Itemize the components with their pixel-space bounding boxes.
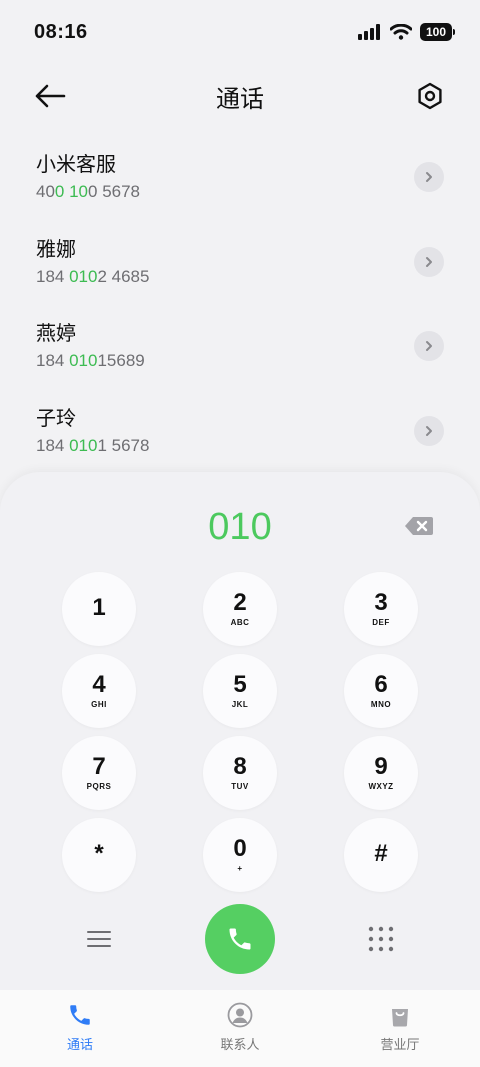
header: 通话	[0, 64, 480, 128]
contact-name: 雅娜	[36, 236, 76, 261]
contact-row[interactable]: 燕婷 184 01015689	[0, 309, 480, 394]
menu-icon	[87, 931, 111, 947]
key-letters: JKL	[231, 700, 249, 709]
key-digit: 3	[374, 589, 388, 616]
key-4[interactable]: 4 GHI	[62, 654, 136, 728]
key-digit: 6	[374, 671, 388, 698]
chevron-right-icon	[426, 425, 432, 436]
contact-row[interactable]: 子玲 184 0101 5678	[0, 394, 480, 479]
contact-icon	[227, 1002, 253, 1028]
menu-button[interactable]	[84, 924, 114, 954]
backspace-button[interactable]	[404, 514, 434, 538]
contact-number: 184 01015689	[36, 349, 444, 373]
key-letters: TUV	[231, 782, 249, 791]
number-part: 184	[36, 435, 70, 455]
keypad-toggle-button[interactable]	[366, 924, 396, 954]
key-digit: 2	[233, 589, 247, 616]
status-icons: 100	[358, 23, 455, 41]
backspace-icon	[405, 517, 433, 535]
contact-number: 400 100 5678	[36, 180, 444, 204]
phone-icon	[229, 928, 251, 950]
contact-detail-button[interactable]	[414, 331, 444, 361]
back-button[interactable]	[30, 78, 70, 114]
key-hash[interactable]: #	[344, 818, 418, 892]
status-bar: 08:16 100	[0, 0, 480, 64]
key-letters: DEF	[372, 618, 390, 627]
number-part: 184	[36, 351, 70, 370]
chevron-right-icon	[426, 256, 432, 267]
number-part: 0 5678	[88, 182, 141, 201]
bottom-nav: 通话 联系人 营业厅	[0, 990, 480, 1067]
tab-label: 营业厅	[380, 1038, 420, 1053]
contact-row[interactable]: 雅娜 184 0102 4685	[0, 225, 480, 310]
shopping-bag-icon	[392, 1009, 408, 1027]
key-digit: 9	[374, 753, 388, 780]
number-part: 2 4685	[97, 266, 150, 286]
contact-detail-button[interactable]	[414, 246, 444, 277]
contact-name: 小米客服	[36, 152, 116, 176]
key-5[interactable]: 5 JKL	[203, 654, 277, 728]
key-star[interactable]: *	[62, 818, 136, 892]
key-letters: WXYZ	[368, 782, 394, 791]
key-digit: 1	[92, 593, 106, 621]
dial-panel: 010 1 2 ABC 3 DEF 4 GHI 5 JKL 6 MNO 7 PQ…	[0, 472, 480, 992]
back-arrow-icon	[35, 84, 66, 108]
contact-name: 子玲	[36, 405, 76, 430]
key-digit: 5	[233, 671, 247, 698]
number-part: 40	[36, 182, 55, 201]
tab-label: 联系人	[220, 1038, 260, 1053]
signal-icon	[358, 24, 380, 40]
key-letters: ABC	[230, 618, 250, 627]
chevron-right-icon	[426, 172, 432, 182]
contact-row[interactable]: 小米客服 400 100 5678	[0, 140, 480, 225]
chevron-right-icon	[426, 341, 432, 351]
tab-contacts[interactable]: 联系人	[160, 990, 320, 1067]
key-8[interactable]: 8 TUV	[203, 736, 277, 810]
key-0[interactable]: 0 +	[203, 818, 277, 892]
phone-icon	[70, 1005, 90, 1025]
contact-number: 184 0101 5678	[36, 434, 444, 458]
key-1[interactable]: 1	[62, 572, 136, 646]
key-letters: +	[237, 864, 243, 873]
key-2[interactable]: 2 ABC	[203, 572, 277, 646]
number-match: 010	[69, 266, 98, 286]
key-letters: PQRS	[86, 782, 112, 791]
number-match: 010	[69, 351, 98, 370]
key-digit: 8	[233, 753, 247, 780]
call-button[interactable]	[205, 904, 275, 974]
number-match: 010	[69, 435, 98, 455]
page-title: 通话	[216, 84, 264, 113]
contact-number: 184 0102 4685	[36, 265, 444, 289]
key-3[interactable]: 3 DEF	[344, 572, 418, 646]
key-9[interactable]: 9 WXYZ	[344, 736, 418, 810]
settings-icon	[418, 82, 442, 110]
number-part: 184	[36, 266, 70, 286]
key-letters: GHI	[91, 700, 107, 709]
key-digit: 7	[92, 753, 106, 780]
contact-list: 小米客服 400 100 5678 雅娜 184 0102 4685 燕婷 18…	[0, 140, 480, 478]
key-digit: *	[94, 839, 104, 867]
key-7[interactable]: 7 PQRS	[62, 736, 136, 810]
tab-service-hall[interactable]: 营业厅	[320, 990, 480, 1067]
key-6[interactable]: 6 MNO	[344, 654, 418, 728]
status-time: 08:16	[34, 20, 88, 43]
tab-label: 通话	[66, 1038, 93, 1053]
battery-icon: 100	[420, 23, 455, 41]
key-digit: 4	[92, 671, 106, 698]
tab-calls[interactable]: 通话	[0, 990, 160, 1067]
contact-detail-button[interactable]	[414, 162, 444, 192]
number-part: 15689	[97, 351, 145, 370]
contact-detail-button[interactable]	[414, 415, 444, 446]
wifi-icon	[390, 24, 412, 40]
battery-level: 100	[425, 25, 447, 39]
key-digit: 0	[233, 835, 247, 862]
contact-name: 燕婷	[36, 321, 76, 345]
number-match: 0 10	[54, 182, 89, 201]
settings-button[interactable]	[410, 76, 450, 116]
key-digit: #	[374, 839, 388, 867]
keypad-grid-icon	[368, 926, 394, 952]
dial-actions	[0, 904, 480, 976]
number-part: 1 5678	[97, 435, 150, 455]
key-letters: MNO	[370, 700, 392, 709]
